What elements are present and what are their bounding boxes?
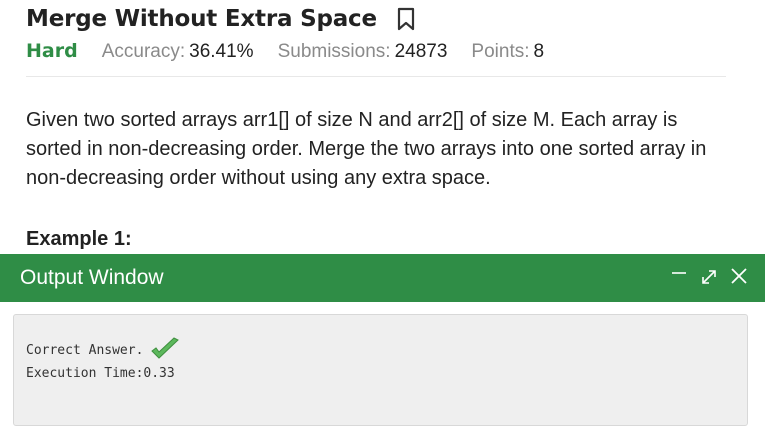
checkmark-icon: [149, 336, 181, 364]
expand-icon[interactable]: [699, 264, 719, 288]
output-window-title: Output Window: [20, 266, 164, 289]
execution-time: Execution Time:0.33: [26, 366, 175, 381]
bookmark-icon[interactable]: [395, 6, 417, 32]
submissions-value: 24873: [394, 41, 448, 62]
output-window-header: Output Window: [0, 254, 765, 302]
accuracy-label: Accuracy:: [101, 41, 186, 62]
problem-title: Merge Without Extra Space: [26, 6, 377, 32]
problem-description: Given two sorted arrays arr1[] of size N…: [26, 109, 707, 189]
example-heading: Example 1:: [26, 228, 132, 250]
submissions-label: Submissions:: [277, 41, 391, 62]
difficulty-badge: Hard: [26, 40, 78, 62]
result-text: Correct Answer.: [26, 342, 144, 358]
points-label: Points:: [471, 41, 530, 62]
output-console: Correct Answer. Execution Time:0.33: [13, 314, 748, 426]
points-value: 8: [533, 41, 545, 62]
minimize-icon[interactable]: [669, 264, 689, 288]
result-line: Correct Answer.: [26, 336, 181, 364]
problem-header: Merge Without Extra Space: [26, 6, 417, 32]
problem-meta: Hard Accuracy: 36.41% Submissions: 24873…: [26, 40, 568, 63]
close-icon[interactable]: [729, 264, 749, 288]
window-controls: [669, 264, 749, 288]
accuracy-value: 36.41%: [189, 41, 254, 62]
header-divider: [26, 76, 726, 77]
